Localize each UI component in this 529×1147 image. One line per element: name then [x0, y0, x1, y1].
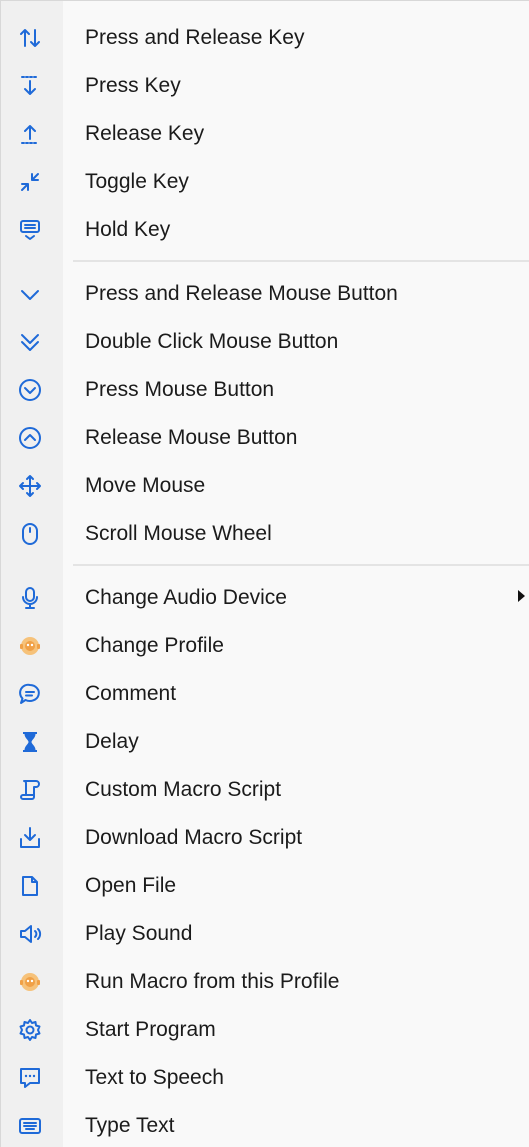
menu-item-label: Change Profile: [85, 634, 224, 657]
release-key-icon: [18, 122, 42, 146]
speaker-icon: [18, 922, 42, 946]
speech-bubble-icon: [18, 1066, 42, 1090]
menu-item-release-mouse-button[interactable]: Release Mouse Button: [1, 414, 529, 462]
move-arrows-icon: [18, 474, 42, 498]
up-down-arrows-icon: [18, 26, 42, 50]
menu-item-delay[interactable]: Delay: [1, 718, 529, 766]
menu-item-label: Run Macro from this Profile: [85, 970, 340, 993]
double-chevron-down-icon: [18, 330, 42, 354]
submenu-arrow-icon: [518, 590, 525, 602]
menu-item-download-macro-script[interactable]: Download Macro Script: [1, 814, 529, 862]
menu-item-change-profile[interactable]: Change Profile: [1, 622, 529, 670]
menu-item-toggle-key[interactable]: Toggle Key: [1, 158, 529, 206]
gear-icon: [18, 1018, 42, 1042]
menu-separator: [73, 564, 529, 566]
menu-item-label: Type Text: [85, 1114, 175, 1137]
menu-item-label: Toggle Key: [85, 170, 189, 193]
menu-item-press-mouse-button[interactable]: Press Mouse Button: [1, 366, 529, 414]
menu-item-label: Move Mouse: [85, 474, 206, 497]
keyboard-icon: [18, 1114, 42, 1138]
menu-item-label: Hold Key: [85, 218, 171, 241]
circle-chevron-down-icon: [18, 378, 42, 402]
menu-item-label: Comment: [85, 682, 177, 705]
menu-item-label: Open File: [85, 874, 177, 897]
menu-item-label: Delay: [85, 730, 139, 753]
menu-item-hold-key[interactable]: Hold Key: [1, 206, 529, 254]
menu-item-press-key[interactable]: Press Key: [1, 62, 529, 110]
menu-item-change-audio-device[interactable]: Change Audio Device: [1, 574, 529, 622]
menu-item-press-and-release-mouse-button[interactable]: Press and Release Mouse Button: [1, 270, 529, 318]
mouse-icon: [18, 522, 42, 546]
menu-item-open-file[interactable]: Open File: [1, 862, 529, 910]
menu-item-label: Play Sound: [85, 922, 193, 945]
press-key-icon: [18, 74, 42, 98]
menu-item-text-to-speech[interactable]: Text to Speech: [1, 1054, 529, 1102]
menu-item-play-sound[interactable]: Play Sound: [1, 910, 529, 958]
menu-item-start-program[interactable]: Start Program: [1, 1006, 529, 1054]
menu-item-move-mouse[interactable]: Move Mouse: [1, 462, 529, 510]
chevron-down-icon: [18, 282, 42, 306]
menu-item-label: Press Key: [85, 74, 181, 97]
menu-item-label: Release Mouse Button: [85, 426, 298, 449]
hold-key-icon: [18, 218, 42, 242]
menu-item-label: Start Program: [85, 1018, 216, 1041]
menu-item-label: Scroll Mouse Wheel: [85, 522, 272, 545]
menu-item-type-text[interactable]: Type Text: [1, 1102, 529, 1147]
menu-item-label: Custom Macro Script: [85, 778, 282, 801]
context-menu: Press and Release Key Press Key Release …: [0, 0, 529, 1147]
menu-item-label: Press and Release Key: [85, 26, 305, 49]
menu-item-label: Press and Release Mouse Button: [85, 282, 398, 305]
profile-face-icon: [18, 634, 42, 658]
menu-item-comment[interactable]: Comment: [1, 670, 529, 718]
file-icon: [18, 874, 42, 898]
circle-chevron-up-icon: [18, 426, 42, 450]
menu-item-label: Press Mouse Button: [85, 378, 275, 401]
menu-item-double-click-mouse-button[interactable]: Double Click Mouse Button: [1, 318, 529, 366]
script-icon: [18, 778, 42, 802]
menu-item-run-macro-from-this-profile[interactable]: Run Macro from this Profile: [1, 958, 529, 1006]
menu-item-label: Double Click Mouse Button: [85, 330, 339, 353]
menu-separator: [73, 260, 529, 262]
toggle-key-icon: [18, 170, 42, 194]
menu-item-label: Download Macro Script: [85, 826, 303, 849]
download-icon: [18, 826, 42, 850]
profile-face-icon: [18, 970, 42, 994]
menu-item-label: Text to Speech: [85, 1066, 224, 1089]
comment-bubble-icon: [18, 682, 42, 706]
hourglass-icon: [18, 730, 42, 754]
menu-item-label: Release Key: [85, 122, 205, 145]
menu-item-press-and-release-key[interactable]: Press and Release Key: [1, 14, 529, 62]
menu-item-release-key[interactable]: Release Key: [1, 110, 529, 158]
menu-item-scroll-mouse-wheel[interactable]: Scroll Mouse Wheel: [1, 510, 529, 558]
menu-item-custom-macro-script[interactable]: Custom Macro Script: [1, 766, 529, 814]
microphone-icon: [18, 586, 42, 610]
menu-item-label: Change Audio Device: [85, 586, 287, 609]
